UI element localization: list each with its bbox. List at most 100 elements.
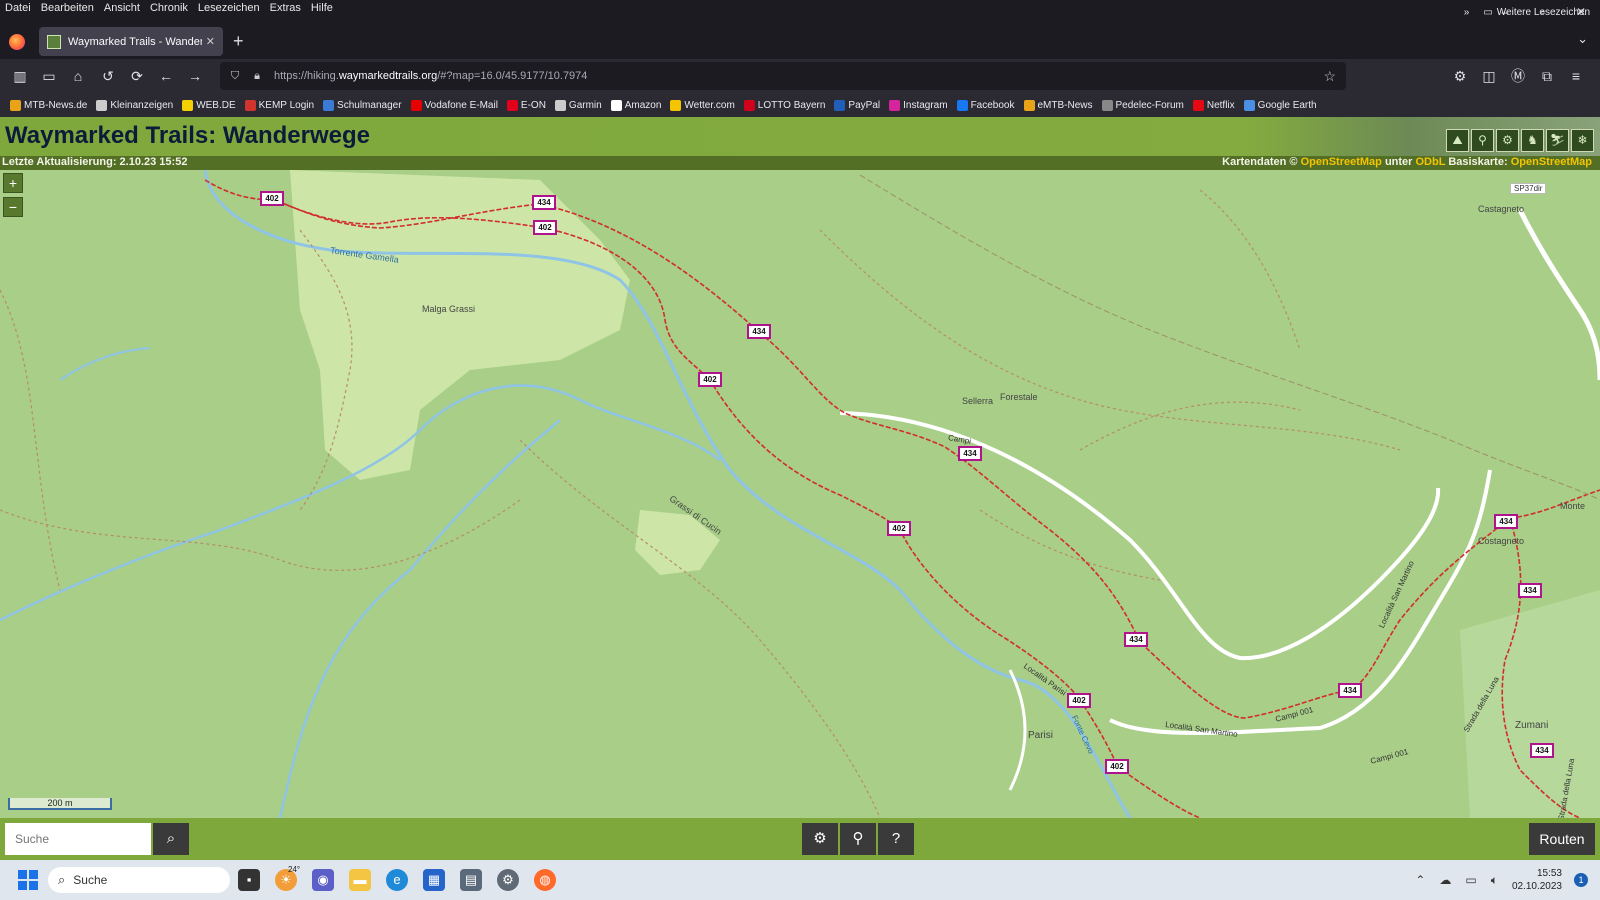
route-badge[interactable]: 434 [1530,743,1554,758]
windows-start-icon[interactable] [18,870,38,890]
route-badge[interactable]: 402 [698,372,722,387]
route-badge[interactable]: 434 [1338,683,1362,698]
search-input[interactable] [5,823,151,855]
menu-view[interactable]: Ansicht [99,0,145,17]
tab-list-button[interactable]: ⌄ [1577,31,1588,47]
hiking-theme-icon[interactable]: ⛰ [1446,129,1469,152]
menu-bookmarks[interactable]: Lesezeichen [193,0,265,17]
sidebar-icon[interactable]: ▥ [11,67,29,85]
url-path: /#?map=16.0/45.9177/10.7974 [437,70,588,82]
bookmark-item[interactable]: PayPal [834,99,880,111]
tracking-shield-icon[interactable]: ⛉ [228,70,242,83]
account-icon[interactable]: Ⓜ [1509,67,1527,85]
map-canvas[interactable]: + − Torrente Gamella Malga Grassi Grassi… [0,170,1600,818]
settings-button[interactable]: ⚙ [802,823,838,855]
teams-icon[interactable]: ◉ [312,869,334,891]
route-badge[interactable]: 434 [1518,583,1542,598]
route-badge[interactable]: 434 [1124,632,1148,647]
back-icon[interactable]: ← [157,67,175,85]
location-button[interactable]: ⚲ [840,823,876,855]
bookmark-item[interactable]: WEB.DE [182,99,236,111]
cycling-theme-icon[interactable]: ⚲ [1471,129,1494,152]
settings-icon[interactable]: ⚙ [497,869,519,891]
new-tab-button[interactable]: + [233,31,244,52]
help-button[interactable]: ? [878,823,914,855]
bookmark-item[interactable]: MTB-News.de [10,99,87,111]
clock[interactable]: 15:53 02.10.2023 [1512,867,1562,893]
bookmark-item[interactable]: Pedelec-Forum [1101,99,1184,111]
bookmark-item[interactable]: Wetter.com [670,99,735,111]
bookmark-item[interactable]: LOTTO Bayern [743,99,825,111]
firefox-taskbar-icon[interactable]: ◍ [534,869,556,891]
zoom-out-button[interactable]: − [3,197,23,217]
network-icon[interactable]: ▭ [1465,873,1476,887]
bookmark-star-icon[interactable]: ☆ [1323,68,1336,85]
taskbar-search[interactable]: ⌕ Suche [48,867,230,893]
lock-icon[interactable]: 🔒︎ [250,70,264,83]
bookmark-item[interactable]: Instagram [889,99,948,111]
bookmark-favicon-icon [96,99,108,111]
bookmark-item[interactable]: Schulmanager [323,99,402,111]
bookmarks-bar: MTB-News.de Kleinanzeigen WEB.DE KEMP Login… [0,93,1600,117]
osm-base-link[interactable]: OpenStreetMap [1511,156,1592,168]
chevron-more-icon[interactable]: » [1464,7,1470,18]
history-icon[interactable]: ↺ [99,67,117,85]
odbl-link[interactable]: ODbL [1416,156,1446,168]
tab-overview-icon[interactable]: ▭ [40,67,58,85]
volume-icon[interactable]: 🔈︎ [1491,873,1498,888]
route-badge[interactable]: 402 [533,220,557,235]
address-bar[interactable]: ⛉ 🔒︎ https://hiking.waymarkedtrails.org/… [220,62,1346,90]
chevron-up-icon[interactable]: ⌃ [1415,873,1425,887]
menu-history[interactable]: Chronik [145,0,193,17]
routes-button[interactable]: Routen [1529,823,1595,855]
bookmark-item[interactable]: Netflix [1192,99,1235,111]
route-badge[interactable]: 434 [532,195,556,210]
bookmark-item[interactable]: Facebook [956,99,1015,111]
tab-waymarked-trails[interactable]: Waymarked Trails - Wanderwe ✕ [39,27,223,56]
calculator-icon[interactable]: ▤ [460,869,482,891]
menu-edit[interactable]: Bearbeiten [36,0,99,17]
search-button[interactable]: ⌕ [153,823,189,855]
close-tab-icon[interactable]: ✕ [206,35,215,48]
forward-icon[interactable]: → [186,67,204,85]
bookmark-item[interactable]: Amazon [610,99,661,111]
bookmark-item[interactable]: KEMP Login [244,99,314,111]
route-badge[interactable]: 402 [887,521,911,536]
bookmark-item[interactable]: eMTB-News [1023,99,1093,111]
mtb-theme-icon[interactable]: ⚙ [1496,129,1519,152]
slopes-theme-icon[interactable]: ❄ [1571,129,1594,152]
waymarked-favicon-icon [47,34,61,49]
osm-link[interactable]: OpenStreetMap [1301,156,1382,168]
menu-tools[interactable]: Extras [265,0,306,17]
app-menu-icon[interactable]: ≡ [1567,67,1585,85]
bookmark-item[interactable]: Kleinanzeigen [96,99,173,111]
pocket-icon[interactable]: ◫ [1480,67,1498,85]
menu-help[interactable]: Hilfe [306,0,338,17]
bookmark-item[interactable]: Garmin [554,99,602,111]
bookmark-item[interactable]: Google Earth [1243,99,1317,111]
reload-icon[interactable]: ⟳ [128,67,146,85]
settings-gear-icon[interactable]: ⚙ [1451,67,1469,85]
route-badge[interactable]: 434 [958,446,982,461]
route-badge[interactable]: 434 [1494,514,1518,529]
route-badge[interactable]: 402 [260,191,284,206]
zoom-in-button[interactable]: + [3,173,23,193]
file-explorer-icon[interactable]: ▬ [349,869,371,891]
edge-icon[interactable]: e [386,869,408,891]
onedrive-icon[interactable]: ☁ [1439,873,1451,887]
menu-file[interactable]: Datei [0,0,36,17]
more-bookmarks[interactable]: » ▭ Weitere Lesezeichen [1464,0,1590,24]
bookmark-item[interactable]: E-ON [506,99,546,111]
store-icon[interactable]: ▦ [423,869,445,891]
route-badge[interactable]: 402 [1105,759,1129,774]
home-icon[interactable]: ⌂ [69,67,87,85]
riding-theme-icon[interactable]: ♞ [1521,129,1544,152]
extensions-icon[interactable]: ⧉ [1538,67,1556,85]
skating-theme-icon[interactable]: ⛷ [1546,129,1569,152]
route-badge[interactable]: 434 [747,324,771,339]
notification-badge[interactable]: 1 [1574,873,1588,887]
url-text[interactable]: https://hiking.waymarkedtrails.org/#?map… [274,70,1323,82]
route-badge[interactable]: 402 [1067,693,1091,708]
bookmark-item[interactable]: Vodafone E-Mail [410,99,498,111]
task-view-icon[interactable]: ▪ [238,869,260,891]
